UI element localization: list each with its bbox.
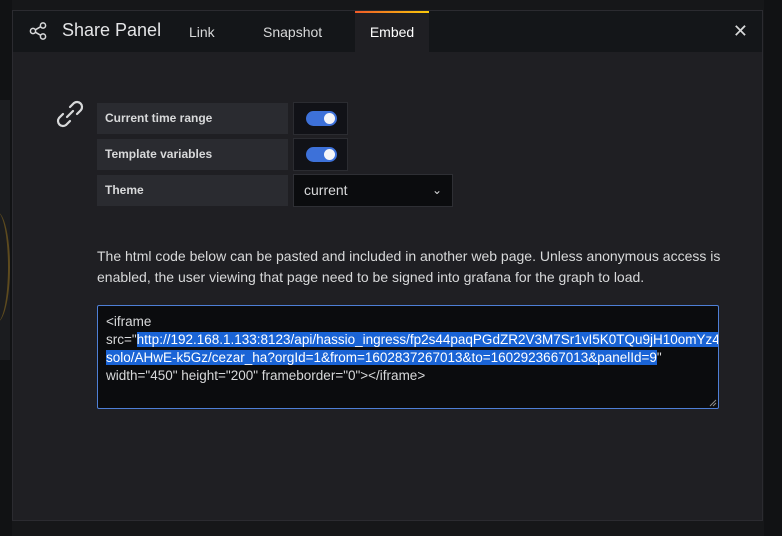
template-variables-label: Template variables [97, 139, 288, 170]
tab-snapshot[interactable]: Snapshot [263, 11, 322, 52]
theme-label: Theme [97, 175, 288, 206]
share-icon [29, 22, 47, 40]
embed-info-text: The html code below can be pasted and in… [97, 248, 721, 285]
tab-embed[interactable]: Embed [355, 11, 429, 52]
embed-code-textarea[interactable]: <iframe src="http://192.168.1.133:8123/a… [97, 305, 719, 409]
resize-grip-icon[interactable] [709, 399, 717, 407]
background-dashboard-right [764, 0, 782, 536]
modal-header: Share Panel Link Snapshot Embed ✕ [13, 11, 762, 52]
embed-code-selected-url: http://192.168.1.133:8123/api/hassio_ing… [106, 332, 718, 365]
background-panel-edge [0, 100, 10, 360]
close-icon[interactable]: ✕ [733, 22, 748, 40]
modal-title: Share Panel [62, 20, 162, 40]
switch-track [306, 111, 337, 126]
current-time-range-switch[interactable] [293, 102, 348, 135]
link-icon [56, 100, 84, 128]
switch-track [306, 147, 337, 162]
template-variables-switch[interactable] [293, 138, 348, 171]
tab-link[interactable]: Link [189, 11, 215, 52]
switch-knob [324, 113, 335, 124]
theme-select[interactable]: current ⌄ [293, 174, 453, 207]
theme-select-value: current [304, 182, 348, 198]
background-gauge-arc [0, 212, 10, 322]
current-time-range-label: Current time range [97, 103, 288, 134]
share-panel-modal: Share Panel Link Snapshot Embed ✕ Curren… [12, 10, 763, 521]
switch-knob [324, 149, 335, 160]
chevron-down-icon: ⌄ [431, 183, 442, 197]
